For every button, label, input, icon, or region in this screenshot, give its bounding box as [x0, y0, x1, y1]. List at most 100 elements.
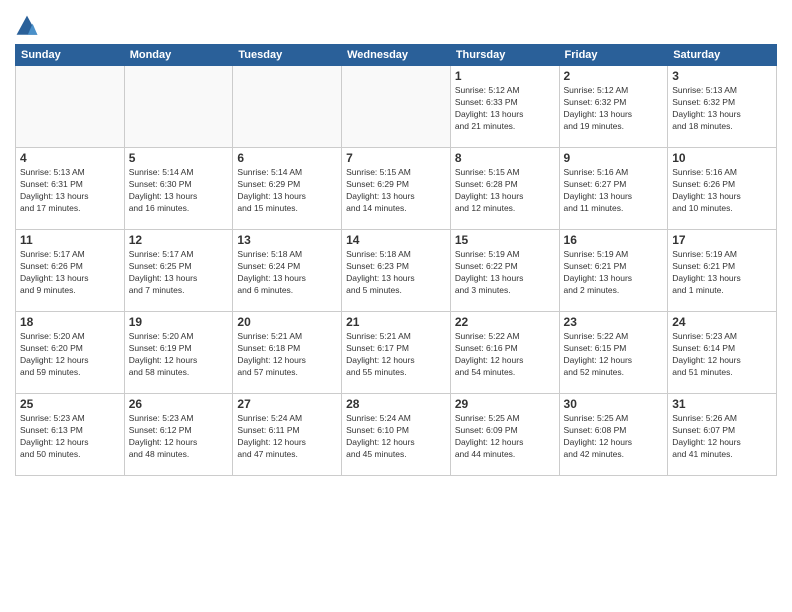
weekday-header: Saturday [668, 45, 777, 66]
calendar-day-cell: 15 Sunrise: 5:19 AM Sunset: 6:22 PM Dayli… [450, 230, 559, 312]
calendar-header-row: SundayMondayTuesdayWednesdayThursdayFrid… [16, 45, 777, 66]
day-info: Sunrise: 5:12 AM Sunset: 6:33 PM Dayligh… [455, 85, 555, 133]
calendar-day-cell [233, 66, 342, 148]
day-number: 7 [346, 151, 446, 165]
calendar-day-cell: 8 Sunrise: 5:15 AM Sunset: 6:28 PM Daylig… [450, 148, 559, 230]
calendar-day-cell: 27 Sunrise: 5:24 AM Sunset: 6:11 PM Dayli… [233, 394, 342, 476]
day-info: Sunrise: 5:24 AM Sunset: 6:10 PM Dayligh… [346, 413, 446, 461]
day-info: Sunrise: 5:13 AM Sunset: 6:31 PM Dayligh… [20, 167, 120, 215]
calendar-day-cell: 17 Sunrise: 5:19 AM Sunset: 6:21 PM Dayli… [668, 230, 777, 312]
calendar-day-cell: 11 Sunrise: 5:17 AM Sunset: 6:26 PM Dayli… [16, 230, 125, 312]
calendar-day-cell: 6 Sunrise: 5:14 AM Sunset: 6:29 PM Daylig… [233, 148, 342, 230]
day-info: Sunrise: 5:18 AM Sunset: 6:23 PM Dayligh… [346, 249, 446, 297]
calendar-day-cell [124, 66, 233, 148]
day-number: 10 [672, 151, 772, 165]
weekday-header: Monday [124, 45, 233, 66]
logo-icon [15, 14, 39, 38]
day-info: Sunrise: 5:23 AM Sunset: 6:13 PM Dayligh… [20, 413, 120, 461]
logo [15, 14, 43, 38]
calendar-day-cell: 22 Sunrise: 5:22 AM Sunset: 6:16 PM Dayli… [450, 312, 559, 394]
calendar-day-cell: 2Sunrise: 5:12 AM Sunset: 6:32 PM Daylig… [559, 66, 668, 148]
day-info: Sunrise: 5:22 AM Sunset: 6:16 PM Dayligh… [455, 331, 555, 379]
calendar-day-cell: 3 Sunrise: 5:13 AM Sunset: 6:32 PM Daylig… [668, 66, 777, 148]
calendar-day-cell: 26Sunrise: 5:23 AM Sunset: 6:12 PM Dayli… [124, 394, 233, 476]
calendar-day-cell: 13 Sunrise: 5:18 AM Sunset: 6:24 PM Dayli… [233, 230, 342, 312]
day-number: 29 [455, 397, 555, 411]
calendar-day-cell: 10Sunrise: 5:16 AM Sunset: 6:26 PM Dayli… [668, 148, 777, 230]
day-info: Sunrise: 5:24 AM Sunset: 6:11 PM Dayligh… [237, 413, 337, 461]
calendar-day-cell: 1 Sunrise: 5:12 AM Sunset: 6:33 PM Daylig… [450, 66, 559, 148]
day-number: 31 [672, 397, 772, 411]
day-number: 4 [20, 151, 120, 165]
day-info: Sunrise: 5:21 AM Sunset: 6:17 PM Dayligh… [346, 331, 446, 379]
day-number: 19 [129, 315, 229, 329]
weekday-header: Wednesday [342, 45, 451, 66]
day-number: 18 [20, 315, 120, 329]
day-number: 17 [672, 233, 772, 247]
calendar-day-cell: 28 Sunrise: 5:24 AM Sunset: 6:10 PM Dayli… [342, 394, 451, 476]
day-info: Sunrise: 5:20 AM Sunset: 6:20 PM Dayligh… [20, 331, 120, 379]
day-info: Sunrise: 5:14 AM Sunset: 6:29 PM Dayligh… [237, 167, 337, 215]
day-info: Sunrise: 5:22 AM Sunset: 6:15 PM Dayligh… [564, 331, 664, 379]
calendar-week-row: 1 Sunrise: 5:12 AM Sunset: 6:33 PM Daylig… [16, 66, 777, 148]
day-number: 1 [455, 69, 555, 83]
calendar-day-cell: 25 Sunrise: 5:23 AM Sunset: 6:13 PM Dayli… [16, 394, 125, 476]
calendar-day-cell: 20Sunrise: 5:21 AM Sunset: 6:18 PM Dayli… [233, 312, 342, 394]
day-number: 2 [564, 69, 664, 83]
day-number: 8 [455, 151, 555, 165]
day-number: 30 [564, 397, 664, 411]
day-number: 22 [455, 315, 555, 329]
day-number: 6 [237, 151, 337, 165]
weekday-header: Thursday [450, 45, 559, 66]
day-info: Sunrise: 5:26 AM Sunset: 6:07 PM Dayligh… [672, 413, 772, 461]
calendar-day-cell: 19Sunrise: 5:20 AM Sunset: 6:19 PM Dayli… [124, 312, 233, 394]
day-number: 23 [564, 315, 664, 329]
day-number: 21 [346, 315, 446, 329]
day-info: Sunrise: 5:19 AM Sunset: 6:21 PM Dayligh… [564, 249, 664, 297]
day-info: Sunrise: 5:25 AM Sunset: 6:08 PM Dayligh… [564, 413, 664, 461]
day-info: Sunrise: 5:16 AM Sunset: 6:27 PM Dayligh… [564, 167, 664, 215]
calendar-day-cell: 9 Sunrise: 5:16 AM Sunset: 6:27 PM Daylig… [559, 148, 668, 230]
calendar-week-row: 18 Sunrise: 5:20 AM Sunset: 6:20 PM Dayli… [16, 312, 777, 394]
day-info: Sunrise: 5:17 AM Sunset: 6:25 PM Dayligh… [129, 249, 229, 297]
day-number: 5 [129, 151, 229, 165]
day-number: 15 [455, 233, 555, 247]
day-info: Sunrise: 5:18 AM Sunset: 6:24 PM Dayligh… [237, 249, 337, 297]
weekday-header: Tuesday [233, 45, 342, 66]
calendar-day-cell [342, 66, 451, 148]
calendar-day-cell: 12Sunrise: 5:17 AM Sunset: 6:25 PM Dayli… [124, 230, 233, 312]
calendar-day-cell: 21 Sunrise: 5:21 AM Sunset: 6:17 PM Dayli… [342, 312, 451, 394]
day-info: Sunrise: 5:15 AM Sunset: 6:29 PM Dayligh… [346, 167, 446, 215]
calendar-day-cell: 16Sunrise: 5:19 AM Sunset: 6:21 PM Dayli… [559, 230, 668, 312]
header [15, 10, 777, 38]
day-info: Sunrise: 5:17 AM Sunset: 6:26 PM Dayligh… [20, 249, 120, 297]
calendar-day-cell [16, 66, 125, 148]
day-number: 26 [129, 397, 229, 411]
day-number: 27 [237, 397, 337, 411]
calendar-day-cell: 4 Sunrise: 5:13 AM Sunset: 6:31 PM Daylig… [16, 148, 125, 230]
day-number: 11 [20, 233, 120, 247]
day-number: 25 [20, 397, 120, 411]
page-container: SundayMondayTuesdayWednesdayThursdayFrid… [0, 0, 792, 481]
calendar-day-cell: 5 Sunrise: 5:14 AM Sunset: 6:30 PM Daylig… [124, 148, 233, 230]
day-number: 13 [237, 233, 337, 247]
calendar-day-cell: 24Sunrise: 5:23 AM Sunset: 6:14 PM Dayli… [668, 312, 777, 394]
day-number: 14 [346, 233, 446, 247]
day-info: Sunrise: 5:14 AM Sunset: 6:30 PM Dayligh… [129, 167, 229, 215]
day-number: 9 [564, 151, 664, 165]
day-info: Sunrise: 5:13 AM Sunset: 6:32 PM Dayligh… [672, 85, 772, 133]
day-number: 3 [672, 69, 772, 83]
calendar-table: SundayMondayTuesdayWednesdayThursdayFrid… [15, 44, 777, 476]
day-number: 20 [237, 315, 337, 329]
day-info: Sunrise: 5:19 AM Sunset: 6:22 PM Dayligh… [455, 249, 555, 297]
day-info: Sunrise: 5:15 AM Sunset: 6:28 PM Dayligh… [455, 167, 555, 215]
day-info: Sunrise: 5:19 AM Sunset: 6:21 PM Dayligh… [672, 249, 772, 297]
calendar-week-row: 4 Sunrise: 5:13 AM Sunset: 6:31 PM Daylig… [16, 148, 777, 230]
calendar-day-cell: 29Sunrise: 5:25 AM Sunset: 6:09 PM Dayli… [450, 394, 559, 476]
calendar-day-cell: 7 Sunrise: 5:15 AM Sunset: 6:29 PM Daylig… [342, 148, 451, 230]
day-number: 24 [672, 315, 772, 329]
day-number: 28 [346, 397, 446, 411]
weekday-header: Friday [559, 45, 668, 66]
calendar-week-row: 11 Sunrise: 5:17 AM Sunset: 6:26 PM Dayli… [16, 230, 777, 312]
calendar-day-cell: 30 Sunrise: 5:25 AM Sunset: 6:08 PM Dayli… [559, 394, 668, 476]
